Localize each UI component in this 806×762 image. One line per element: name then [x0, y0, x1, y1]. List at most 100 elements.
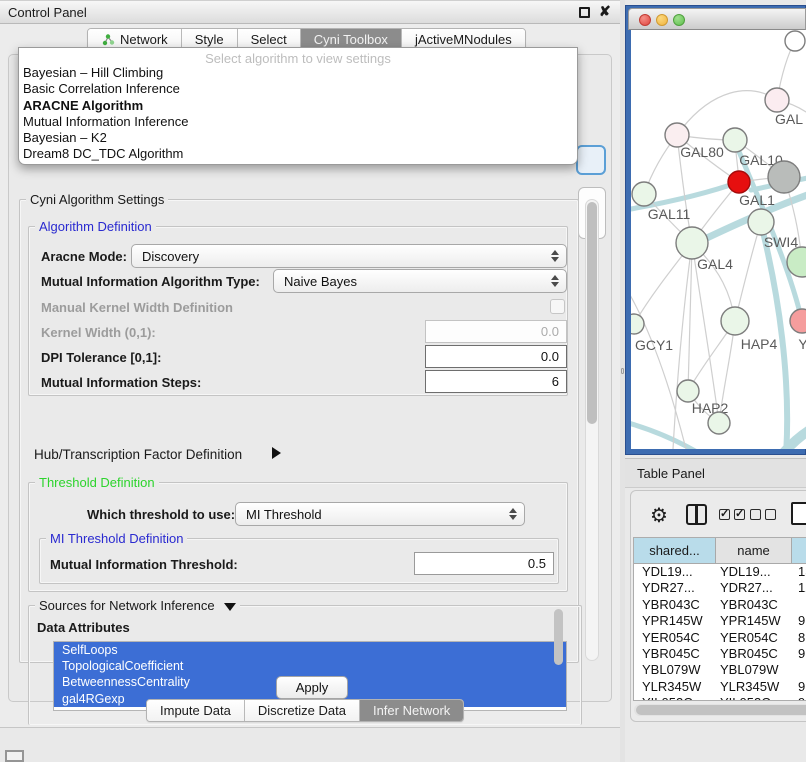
network-node[interactable] — [708, 412, 730, 434]
dpi-tolerance-field[interactable]: 0.0 — [425, 345, 567, 368]
mi-algorithm-type-label: Mutual Information Algorithm Type: — [41, 274, 260, 289]
hub-transcription-section-label[interactable]: Hub/Transcription Factor Definition — [34, 447, 242, 462]
deselect-all-checks-icon[interactable] — [750, 509, 776, 520]
tab-infer-network[interactable]: Infer Network — [360, 700, 463, 721]
network-node-gcy1[interactable] — [631, 314, 644, 334]
table-cell: YIL052C — [634, 695, 716, 701]
zoom-traffic-icon[interactable] — [673, 14, 685, 26]
aracne-mode-label: Aracne Mode: — [41, 249, 127, 264]
algorithm-dropdown: Select algorithm to view settings Bayesi… — [18, 47, 578, 165]
manual-kernel-width-checkbox[interactable] — [550, 299, 565, 314]
mi-threshold-definition-group: MI Threshold Definition Mutual Informati… — [39, 538, 559, 584]
table-row[interactable]: YDL19...YDL19...13 — [634, 564, 806, 580]
table-cell: YPR145W — [634, 613, 716, 629]
attributes-scrollbar[interactable] — [554, 609, 563, 665]
table-panel-titlebar: Table Panel — [625, 458, 806, 488]
network-node-hap4[interactable] — [721, 307, 749, 335]
table-cell: YBR045C — [716, 646, 792, 662]
settings-scrollbar[interactable] — [585, 199, 599, 661]
node-label: SWI4 — [764, 234, 798, 250]
table-row[interactable]: YBR045CYBR045C9. — [634, 646, 806, 662]
node-label: GAL80 — [680, 144, 724, 160]
application-window: Control Panel ✘ NetworkStyleSelectCyni T… — [0, 0, 806, 762]
node-attribute-table[interactable]: shared... name YDL19...YDL19...13YDR27..… — [633, 537, 806, 701]
apply-button[interactable]: Apply — [276, 676, 348, 699]
table-row[interactable]: YBR043CYBR043C — [634, 597, 806, 613]
float-window-icon[interactable] — [579, 7, 590, 18]
network-window-titlebar[interactable] — [628, 8, 806, 30]
cyni-algorithm-settings-group: Cyni Algorithm Settings Algorithm Defini… — [19, 199, 579, 663]
disclosure-right-icon[interactable] — [272, 447, 281, 459]
splitter-handle[interactable] — [621, 368, 624, 374]
tab-label: Network — [120, 32, 168, 47]
mi-algorithm-type-select[interactable]: Naive Bayes — [273, 269, 567, 293]
table-cell: 12 — [792, 580, 806, 596]
table-row[interactable]: YPR145WYPR145W9. — [634, 613, 806, 629]
scrollbar-thumb[interactable] — [636, 705, 806, 715]
gear-icon[interactable]: ⚙ — [650, 503, 668, 528]
table-row[interactable]: YBL079WYBL079W — [634, 662, 806, 678]
kernel-width-value: 0.0 — [541, 324, 559, 339]
table-panel: ⚙ shared... name YDL19...YDL19...13YDR27… — [630, 490, 806, 722]
which-threshold-select[interactable]: MI Threshold — [235, 502, 525, 526]
table-row[interactable]: YER054CYER054C8. — [634, 630, 806, 646]
network-node-gal[interactable] — [765, 88, 789, 112]
network-canvas[interactable]: GALGAL80GAL10GAL1GAL11SWI4GAL4GCY1HAP4YH… — [631, 30, 806, 449]
algorithm-definition-group: Algorithm Definition Aracne Mode: Discov… — [28, 226, 568, 396]
close-traffic-icon[interactable] — [639, 14, 651, 26]
aracne-mode-select[interactable]: Discovery — [131, 244, 567, 268]
data-attribute-item[interactable]: SelfLoops — [54, 642, 566, 658]
column-header-shared-name[interactable]: shared... — [634, 538, 716, 563]
table-rows: YDL19...YDL19...13YDR27...YDR27...12YBR0… — [634, 564, 806, 701]
inference-algorithm-combo-fragment[interactable] — [576, 145, 606, 175]
combo-arrows-icon — [549, 245, 561, 267]
table-row[interactable]: YLR345WYLR345W9. — [634, 679, 806, 695]
network-node-gal4[interactable] — [676, 227, 708, 259]
algorithm-option[interactable]: Mutual Information Inference — [19, 114, 577, 130]
algorithm-dropdown-placeholder: Select algorithm to view settings — [19, 48, 577, 65]
kernel-width-field[interactable]: 0.0 — [425, 320, 567, 343]
table-header-row: shared... name — [634, 538, 806, 564]
node-label: GAL4 — [697, 256, 733, 272]
tab-label: Select — [251, 32, 287, 47]
table-cell — [792, 662, 806, 678]
algorithm-option[interactable]: Dream8 DC_TDC Algorithm — [19, 146, 577, 162]
network-node-hap2[interactable] — [677, 380, 699, 402]
data-attribute-item[interactable]: TopologicalCoefficient — [54, 658, 566, 674]
sources-title-text: Sources for Network Inference — [39, 598, 215, 613]
kernel-width-label: Kernel Width (0,1): — [41, 325, 156, 340]
algorithm-option[interactable]: Bayesian – K2 — [19, 130, 577, 146]
file-icon[interactable] — [791, 502, 806, 525]
algorithm-option[interactable]: Basic Correlation Inference — [19, 81, 577, 97]
algorithm-option[interactable]: ARACNE Algorithm — [19, 98, 577, 114]
minimized-panel-icon[interactable] — [5, 750, 24, 762]
close-icon[interactable]: ✘ — [599, 3, 611, 20]
network-node[interactable] — [785, 31, 805, 51]
column-header-name[interactable]: name — [716, 538, 792, 563]
scrollbar-thumb[interactable] — [587, 202, 597, 424]
columns-icon[interactable] — [686, 504, 707, 525]
disclosure-down-icon[interactable] — [224, 603, 236, 611]
network-node-swi4[interactable] — [748, 209, 774, 235]
algorithm-option[interactable]: Bayesian – Hill Climbing — [19, 65, 577, 81]
which-threshold-label: Which threshold to use: — [87, 507, 235, 522]
network-node-gal10[interactable] — [723, 128, 747, 152]
table-horizontal-scrollbar[interactable] — [634, 704, 806, 716]
network-node-y[interactable] — [790, 309, 806, 333]
minimize-traffic-icon[interactable] — [656, 14, 668, 26]
tab-discretize-data[interactable]: Discretize Data — [245, 700, 360, 721]
table-cell: YBL079W — [716, 662, 792, 678]
threshold-definition-group: Threshold Definition Which threshold to … — [28, 482, 568, 592]
select-all-checks-icon[interactable] — [719, 509, 745, 520]
mi-algorithm-type-value: Naive Bayes — [284, 274, 357, 289]
table-row[interactable]: YIL052CYIL052C9. — [634, 695, 806, 701]
network-node-gal1[interactable] — [728, 171, 750, 193]
table-row[interactable]: YDR27...YDR27...12 — [634, 580, 806, 596]
mi-threshold-field[interactable]: 0.5 — [414, 552, 554, 575]
network-node[interactable] — [768, 161, 800, 193]
network-node-gal11[interactable] — [632, 182, 656, 206]
column-header-next[interactable] — [792, 538, 806, 563]
mi-steps-field[interactable]: 6 — [425, 370, 567, 393]
table-cell: YDR27... — [634, 580, 716, 596]
tab-impute-data[interactable]: Impute Data — [147, 700, 245, 721]
